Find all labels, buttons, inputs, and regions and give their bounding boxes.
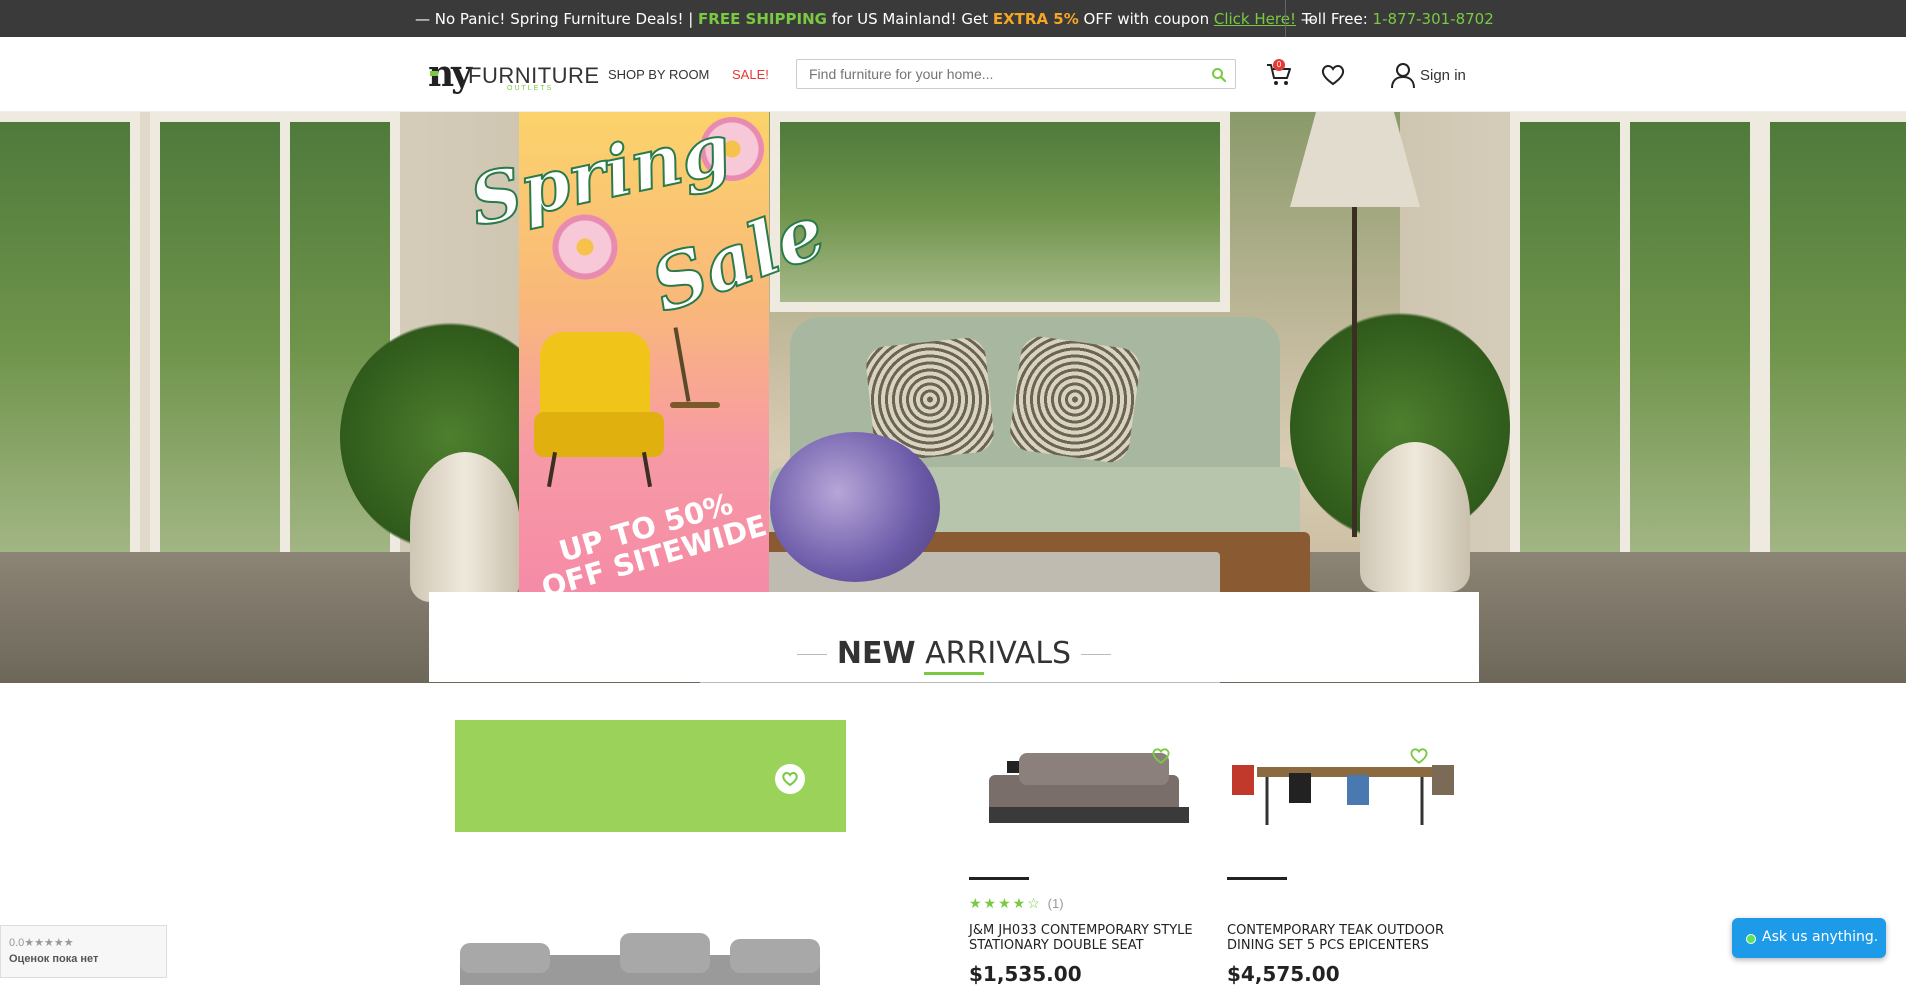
hero-window: [770, 112, 1230, 312]
sectional-sofa-image[interactable]: [450, 925, 830, 985]
rating-stars: ★★★★☆ (1): [969, 895, 1064, 912]
promo-bar: — No Panic! Spring Furniture Deals! | FR…: [0, 0, 1906, 37]
heart-icon[interactable]: [1151, 747, 1171, 765]
site-logo[interactable]: ny FURNITURE OUTLETS: [428, 53, 599, 95]
reviews-label: Оценок пока нет: [9, 953, 99, 965]
toll-free-phone-link[interactable]: 1-877-301-8702: [1373, 10, 1494, 28]
account-button[interactable]: [1390, 61, 1416, 89]
product-name[interactable]: J&M JH033 CONTEMPORARY STYLE STATIONARY …: [969, 923, 1209, 953]
search-icon[interactable]: [1211, 67, 1227, 83]
featured-wishlist-button[interactable]: [775, 764, 805, 794]
promo-off: OFF with coupon: [1078, 10, 1214, 28]
heart-icon[interactable]: [1409, 747, 1429, 765]
promo-mid: for US Mainland! Get: [826, 10, 993, 28]
hero-urn: [1360, 442, 1470, 592]
heart-icon: [782, 772, 798, 787]
online-status-icon: [1746, 934, 1756, 944]
side-table-image: [670, 402, 720, 408]
search-box: [796, 59, 1236, 89]
reviews-widget[interactable]: 0.0★★★★★ Оценок пока нет: [0, 925, 167, 978]
free-shipping-label: FREE SHIPPING: [698, 10, 827, 28]
yellow-chair-image: [534, 332, 670, 488]
title-light: ARRIVALS: [925, 636, 1072, 671]
hero-urn: [410, 452, 520, 602]
hero-window: [0, 112, 140, 582]
hero-window: [1620, 112, 1760, 582]
hero-window: [150, 112, 290, 582]
promo-prefix: — No Panic! Spring Furniture Deals! |: [415, 10, 699, 28]
chat-button[interactable]: Ask us anything.: [1732, 918, 1886, 958]
title-bold: NEW: [836, 636, 916, 671]
nav-shop-by-room[interactable]: SHOP BY ROOM: [608, 67, 709, 82]
logo-ny: ny: [428, 53, 472, 95]
site-header: ny FURNITURE OUTLETS SHOP BY ROOM SALE! …: [0, 37, 1906, 112]
card-accent-bar: [1227, 877, 1287, 880]
new-arrivals-header: NEW ARRIVALS: [429, 592, 1479, 682]
coupon-link[interactable]: Click Here!: [1214, 10, 1296, 28]
cart-count-badge: 0: [1273, 59, 1285, 71]
topbar-divider: [1285, 0, 1286, 37]
extra-discount-label: EXTRA 5%: [992, 10, 1079, 28]
search-input[interactable]: [809, 65, 1209, 83]
card-accent-bar: [969, 877, 1029, 880]
product-price: $1,535.00: [969, 962, 1082, 986]
chat-label: Ask us anything.: [1762, 929, 1879, 945]
toll-free-label: Toll Free:: [1302, 10, 1373, 28]
review-count[interactable]: (1): [1048, 896, 1064, 911]
reviews-score: 0.0★★★★★: [9, 937, 74, 949]
hero-window: [1510, 112, 1630, 582]
title-rule-right: [1081, 654, 1111, 655]
promo-text: — No Panic! Spring Furniture Deals! | FR…: [415, 10, 1316, 28]
heart-icon: [1321, 65, 1345, 86]
wishlist-button[interactable]: [1320, 63, 1346, 87]
section-title: NEW ARRIVALS: [429, 636, 1479, 671]
cart-button[interactable]: 0: [1265, 59, 1293, 87]
hero-pillow: [1007, 334, 1143, 465]
title-underline: [924, 672, 984, 675]
sign-in-link[interactable]: Sign in: [1420, 67, 1466, 84]
hero-flowers: [770, 432, 940, 582]
product-price: $4,575.00: [1227, 962, 1340, 986]
nav-sale[interactable]: SALE!: [732, 67, 769, 82]
toll-free: Toll Free: 1-877-301-8702: [1302, 10, 1494, 28]
hero-window: [1760, 112, 1906, 582]
star-rating: ★★★★☆: [969, 895, 1042, 911]
hero-lamp-pole: [1352, 207, 1357, 537]
user-icon: [1391, 63, 1415, 89]
logo-outlets: OUTLETS: [507, 85, 554, 92]
product-name[interactable]: CONTEMPORARY TEAK OUTDOOR DINING SET 5 P…: [1227, 923, 1467, 953]
